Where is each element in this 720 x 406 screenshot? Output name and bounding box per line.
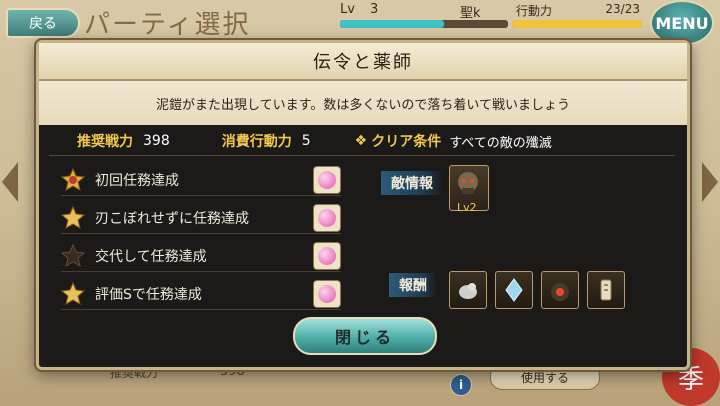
stamina-label: 行動力 [516,4,553,18]
clover-icon: ❖ [354,133,368,149]
info-icon[interactable]: i [450,374,472,396]
description-area: 泥鎧がまた出現しています。数は多くないので落ち着いて戦いましょう [39,81,687,125]
enemy-level: Lv2 [457,201,477,214]
stamina-progress-fill [512,20,642,28]
level-value: 3 [370,2,379,17]
level-label: Lv [340,2,355,17]
bomb-item-icon[interactable] [541,271,579,309]
mission-detail-dialog: 伝令と薬師 泥鎧がまた出現しています。数は多くないので落ち着いて戦いましょう 推… [36,40,690,370]
gold-medal-icon [61,168,85,192]
mission-label: 評価Sで任務達成 [95,287,202,303]
recommended-power-value: 398 [143,133,170,149]
level-meter: Lv 3 聖k [340,2,510,30]
bird-item-icon[interactable] [449,271,487,309]
stamina-meter: 行動力 23/23 [512,2,648,30]
mission-reward-orb-icon[interactable] [313,280,341,308]
stats-divider [49,155,675,156]
stats-row: 推奨戦力 398 消費行動力 5 ❖ クリア条件 すべての敵の殲滅 [39,127,687,155]
mission-row: 評価Sで任務達成 [61,279,341,310]
stamina-cost-label: 消費行動力 [221,134,292,150]
dialog-title-bar: 伝令と薬師 [39,43,687,81]
mission-reward-orb-icon[interactable] [313,166,341,194]
back-button[interactable]: 戻る [6,8,80,38]
charm-item-icon[interactable] [587,271,625,309]
mission-label: 初回任務達成 [95,173,179,189]
mission-reward-orb-icon[interactable] [313,204,341,232]
top-hud: 戻る パーティ選択 Lv 3 聖k 行動力 23/23 MENU [0,0,720,46]
stamina-cost-value: 5 [301,133,311,149]
level-progress-bar [340,20,508,28]
mission-row: 刃こぼれせずに任務達成 [61,203,341,234]
clear-condition-value: すべての敵の殲滅 [449,135,552,151]
recommended-power-label: 推奨戦力 [77,134,133,150]
scroll-right-arrow-icon[interactable] [702,162,718,202]
scroll-left-arrow-icon[interactable] [2,162,18,202]
enemy-mask-icon [458,172,478,194]
mission-reward-orb-icon[interactable] [313,242,341,270]
rank-label: 聖k [460,6,481,21]
mission-label: 刃こぼれせずに任務達成 [95,211,249,227]
gold-star-icon [61,282,85,306]
enemy-info-label: 敵情報 [381,171,443,195]
reward-list [449,271,625,309]
stamina-value: 23/23 [605,2,640,16]
crystal-item-icon[interactable] [495,271,533,309]
mission-description: 泥鎧がまた出現しています。数は多くないので落ち着いて戦いましょう [156,97,570,113]
dialog-title: 伝令と薬師 [313,52,413,73]
reward-label: 報酬 [389,273,437,297]
mission-label: 交代して任務達成 [95,249,207,265]
clear-condition-label: クリア条件 [371,134,442,150]
gold-star-icon [61,206,85,230]
dark-star-icon [61,244,85,268]
screen-title: パーティ選択 [84,10,251,40]
level-progress-fill [340,20,445,28]
mission-row: 初回任務達成 [61,165,341,196]
stamina-progress-bar [512,20,642,28]
mission-row: 交代して任務達成 [61,241,341,272]
mission-list: 初回任務達成 刃こぼれせずに任務達成 交代して任務達成 評価Sで任務達成 [61,165,341,317]
close-button[interactable]: 閉じる [293,317,437,355]
